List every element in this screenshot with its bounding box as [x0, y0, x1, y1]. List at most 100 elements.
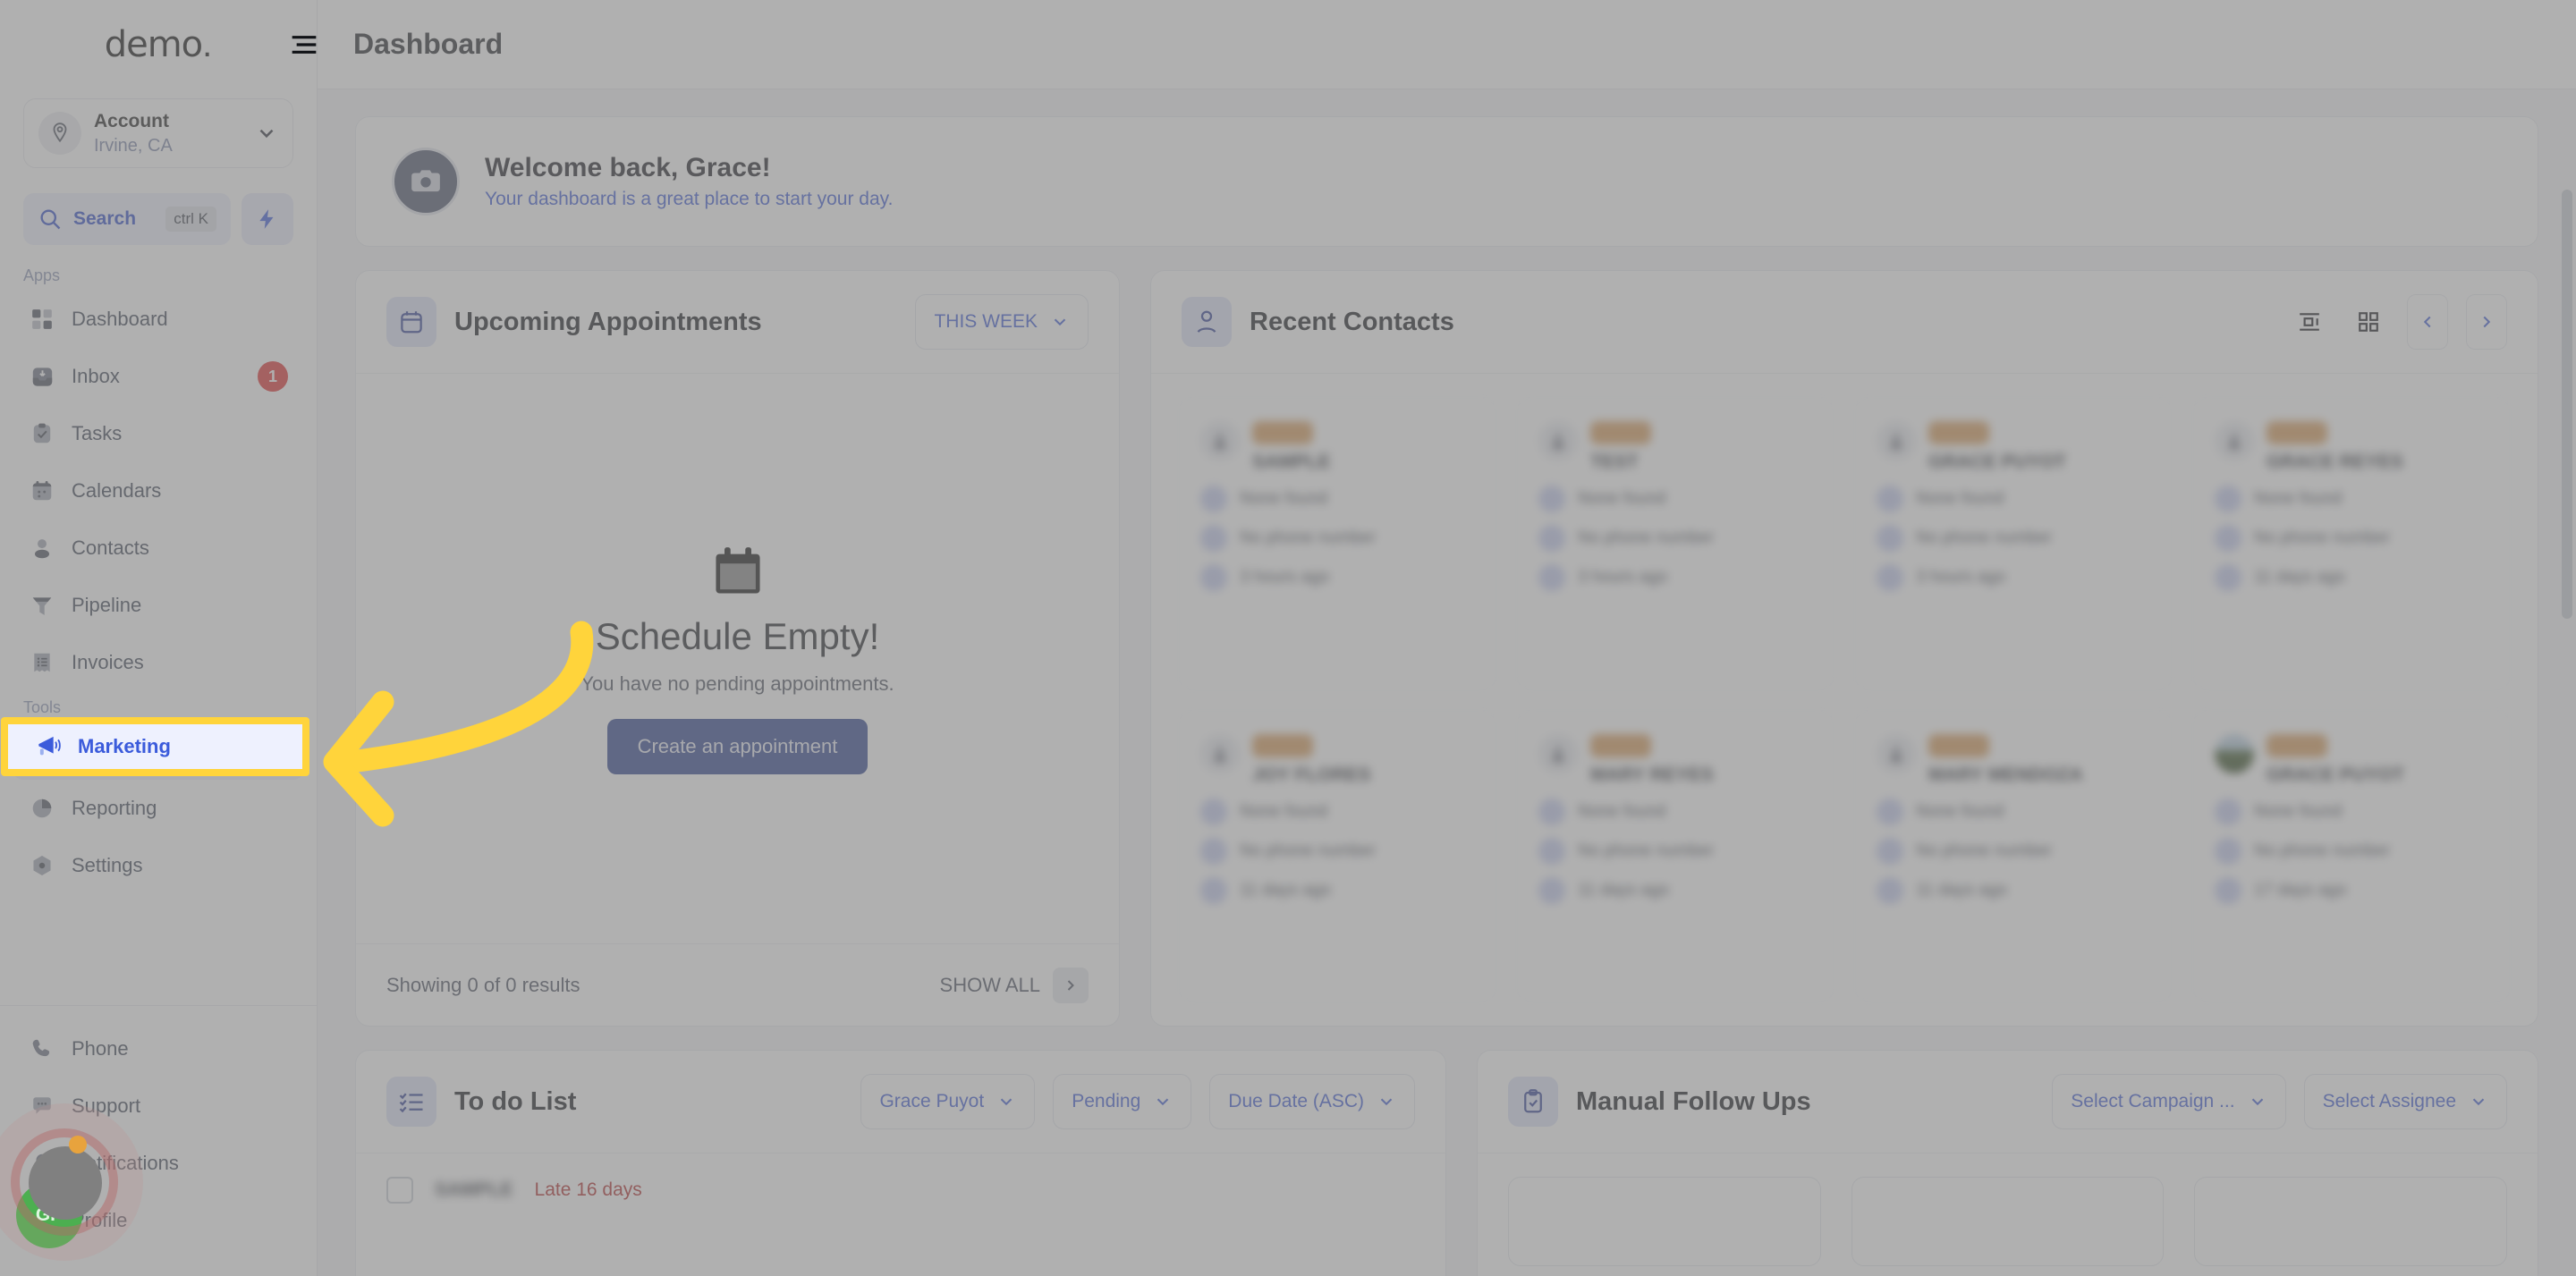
sidebar-item-reporting[interactable]: Reporting — [13, 780, 304, 837]
funnel-icon — [29, 592, 55, 619]
table-row[interactable]: SAMPLE Late 16 days — [356, 1153, 1445, 1227]
follow-up-card[interactable] — [1508, 1177, 1821, 1266]
contact-phone-row: No phone number — [2215, 837, 2488, 865]
list-view-icon[interactable] — [2289, 294, 2330, 350]
sidebar-item-phone[interactable]: Phone — [13, 1020, 304, 1077]
todo-filter-assignee[interactable]: Grace Puyot — [860, 1074, 1036, 1129]
cursor-click-core — [29, 1146, 102, 1220]
contact-name: MARY REYES — [1590, 764, 1714, 785]
email-icon — [1877, 486, 1903, 512]
status-badge: LEAD — [1590, 421, 1652, 444]
todo-status-badge: Late 16 days — [534, 1179, 642, 1200]
contact-card[interactable]: LEAD TEST None found No phone number 3 hours… — [1516, 397, 1835, 690]
email-icon — [1200, 486, 1227, 512]
phone-icon — [1200, 837, 1227, 865]
sidebar-item-dashboard[interactable]: Dashboard — [13, 291, 304, 348]
contact-last-activity: 11 days ago — [1240, 880, 1332, 900]
sidebar-item-calendars[interactable]: Calendars — [13, 462, 304, 520]
empty-subtitle: You have no pending appointments. — [580, 672, 894, 695]
contact-email-row: None found — [1538, 486, 1812, 512]
clipboard-check-icon — [1508, 1077, 1558, 1127]
sidebar-item-tasks[interactable]: Tasks — [13, 405, 304, 462]
contact-card[interactable]: LEAD JOY FLORES None found No phone number 1… — [1178, 709, 1496, 1002]
contact-name: MARY MENDOZA — [1928, 764, 2083, 785]
invoice-list-icon — [29, 649, 55, 676]
sidebar-item-contacts[interactable]: Contacts — [13, 520, 304, 577]
todo-filter-sort[interactable]: Due Date (ASC) — [1209, 1074, 1415, 1129]
contact-last-activity-row: 11 days ago — [2215, 564, 2488, 591]
gear-hex-icon — [29, 852, 55, 879]
contact-phone-row: No phone number — [1200, 837, 1474, 865]
phone-icon — [1538, 525, 1565, 552]
camera-icon[interactable] — [392, 148, 460, 215]
contact-phone: No phone number — [1240, 841, 1377, 860]
brand-logo[interactable]: demo . — [0, 0, 317, 89]
status-badge: LEAD — [1252, 421, 1314, 444]
contact-card-top: LEAD MARY REYES — [1538, 733, 1812, 786]
contact-card[interactable]: LEAD GRACE PUYOT None found No phone number… — [2192, 709, 2511, 1002]
contact-email-row: None found — [1200, 486, 1474, 512]
contact-card[interactable]: LEAD SAMPLE None found No phone number 3 hou… — [1178, 397, 1496, 690]
phone-icon — [1877, 837, 1903, 865]
sidebar-item-support[interactable]: Support — [13, 1077, 304, 1135]
contact-phone: No phone number — [1916, 528, 2053, 547]
todo-checkbox[interactable] — [386, 1177, 413, 1204]
chevron-left-icon[interactable] — [2407, 294, 2448, 350]
appointments-footer: Showing 0 of 0 results SHOW ALL — [356, 943, 1119, 1026]
sidebar-item-label: Inbox — [72, 365, 120, 387]
inbox-tray-icon — [29, 363, 55, 390]
chevron-down-icon[interactable] — [255, 122, 278, 145]
dashboard-row-middle: Upcoming Appointments THIS WEEK Schedule… — [355, 270, 2538, 1027]
contact-card[interactable]: LEAD GRACE REYES None found No phone number… — [2192, 397, 2511, 690]
contact-email-row: None found — [1877, 798, 2150, 825]
follow-up-card[interactable] — [1851, 1177, 2165, 1266]
sidebar-item-label: Phone — [72, 1037, 129, 1060]
appointments-range-select[interactable]: THIS WEEK — [915, 294, 1089, 350]
show-all-button[interactable]: SHOW ALL — [939, 967, 1089, 1003]
sidebar-item-inbox[interactable]: Inbox 1 — [13, 348, 304, 405]
contact-card[interactable]: LEAD MARY MENDOZA None found No phone numbe… — [1854, 709, 2173, 1002]
show-all-label: SHOW ALL — [939, 973, 1040, 996]
grid-view-icon[interactable] — [2348, 294, 2389, 350]
contact-last-activity-row: 11 days ago — [1538, 876, 1812, 904]
filter-label: Grace Puyot — [879, 1091, 985, 1111]
contact-email-row: None found — [1200, 798, 1474, 825]
search-input[interactable]: Search ctrl K — [23, 193, 231, 245]
pie-chart-icon — [29, 795, 55, 822]
contact-name: GRACE PUYOT — [2267, 764, 2405, 785]
topbar: Dashboard — [318, 0, 2576, 89]
contact-card-top: LEAD GRACE PUYOT — [2215, 733, 2488, 786]
follow-ups-cards — [1478, 1153, 2538, 1276]
sidebar-item-invoices[interactable]: Invoices — [13, 634, 304, 691]
sidebar-item-label: Contacts — [72, 537, 149, 559]
marketing-highlight-inner[interactable]: Marketing — [8, 724, 302, 769]
sidebar-item-settings[interactable]: Settings — [13, 837, 304, 894]
email-icon — [2215, 798, 2241, 825]
vertical-scrollbar[interactable] — [2562, 190, 2572, 619]
welcome-heading: Welcome back, Grace! — [485, 153, 771, 182]
appointments-header: Upcoming Appointments THIS WEEK — [356, 271, 1119, 374]
follow-up-card[interactable] — [2194, 1177, 2508, 1266]
upcoming-appointments-panel: Upcoming Appointments THIS WEEK Schedule… — [355, 270, 1120, 1027]
lightning-bolt-icon — [256, 207, 279, 231]
todo-filter-status[interactable]: Pending — [1053, 1074, 1192, 1129]
contact-last-activity: 3 hours ago — [1578, 568, 1668, 587]
contact-card-names: LEAD GRACE PUYOT — [1928, 421, 2150, 473]
contact-card-top: LEAD SAMPLE — [1200, 421, 1474, 473]
quick-actions-button[interactable] — [242, 193, 293, 245]
create-appointment-button[interactable]: Create an appointment — [606, 718, 869, 774]
filter-label: Pending — [1072, 1091, 1141, 1111]
calendar-icon — [386, 297, 436, 347]
account-switcher[interactable]: Account Irvine, CA — [23, 98, 293, 168]
contact-card[interactable]: LEAD GRACE PUYOT None found No phone number… — [1854, 397, 2173, 690]
contact-name: TEST — [1590, 452, 1639, 472]
sidebar-item-pipeline[interactable]: Pipeline — [13, 577, 304, 634]
sidebar-item-label: Support — [72, 1094, 141, 1117]
chevron-right-icon[interactable] — [2466, 294, 2507, 350]
last-activity-icon — [1877, 564, 1903, 591]
contact-card[interactable]: LEAD MARY REYES None found No phone number 1… — [1516, 709, 1835, 1002]
follow-ups-filter-assignee[interactable]: Select Assignee — [2303, 1074, 2507, 1129]
contact-email: None found — [1240, 801, 1328, 821]
main-area: Dashboard Welcome back, Grace! Your dash… — [318, 0, 2576, 1276]
follow-ups-filter-campaign[interactable]: Select Campaign ... — [2052, 1074, 2286, 1129]
